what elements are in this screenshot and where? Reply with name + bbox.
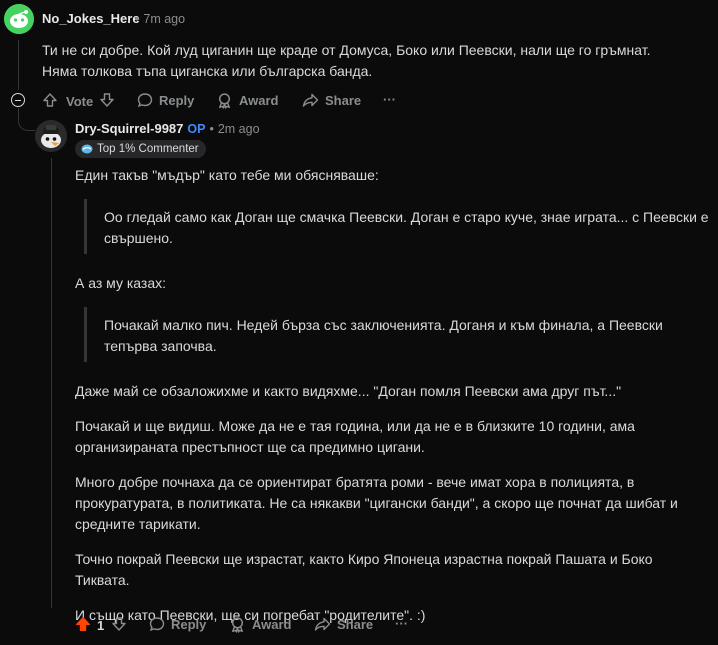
share-button[interactable]: Share [314, 616, 373, 632]
downvote-button[interactable] [99, 92, 115, 108]
vote-label: Vote [66, 94, 94, 109]
paragraph: Много добре почнаха да се ориентират бра… [75, 474, 678, 532]
downvote-button[interactable] [111, 616, 127, 632]
paragraph: Даже май се обзаложихме и както видяхме.… [75, 383, 622, 399]
minus-icon [15, 99, 21, 101]
username[interactable]: Dry-Squirrel-9987 [75, 121, 183, 136]
award-label: Award [252, 617, 292, 632]
share-label: Share [325, 92, 362, 108]
reply-bubble-icon [149, 617, 165, 632]
avatar[interactable] [4, 4, 34, 34]
share-button[interactable]: Share [302, 92, 361, 108]
paragraph: Точно покрай Пеевски ще израстат, както … [75, 551, 653, 588]
snoo-avatar-icon [35, 120, 67, 152]
reply-bubble-icon [137, 93, 153, 108]
thread-line[interactable] [18, 40, 19, 90]
flair-badge: Top 1% Commenter [75, 140, 206, 158]
award-label: Award [239, 93, 279, 108]
comment-header: Dry-Squirrel-9987 OP • 2m ago [75, 121, 260, 136]
paragraph: Един такъв "мъдър" като тебе ми обяснява… [75, 167, 379, 183]
collapse-button[interactable] [11, 93, 25, 107]
timestamp-text: 7m ago [143, 12, 186, 26]
paragraph: А аз му казах: [75, 275, 166, 291]
more-options-button[interactable]: ··· [395, 616, 408, 631]
thread-connector [18, 108, 35, 131]
award-icon [218, 93, 231, 109]
award-icon [231, 617, 244, 633]
quote-text: Почакай малко пич. Недей бърза със заклю… [104, 317, 663, 354]
reply-button[interactable]: Reply [137, 92, 194, 108]
upvote-icon [76, 617, 90, 631]
reply-label: Reply [171, 616, 207, 632]
upvote-button[interactable] [75, 616, 91, 632]
downvote-icon [112, 617, 126, 631]
flair-label: Top 1% Commenter [97, 143, 199, 155]
award-button[interactable]: Award [229, 616, 292, 633]
paragraph: Почакай и ще видиш. Може да не е тая год… [75, 418, 635, 455]
separator-dot: • [209, 122, 214, 136]
top-commenter-icon [81, 144, 93, 154]
upvote-icon [43, 93, 57, 107]
quote-text: Оо гледай само как Доган ще смачка Пеевс… [104, 209, 709, 246]
share-icon [302, 93, 319, 107]
downvote-icon [100, 93, 114, 107]
share-label: Share [337, 616, 374, 632]
timestamp-text: 2m ago [217, 122, 260, 136]
op-badge: OP [187, 122, 206, 136]
reply-label: Reply [159, 92, 195, 108]
comment-timestamp: • 7m ago [135, 12, 186, 26]
vote-score: 1 [97, 618, 105, 633]
username[interactable]: No_Jokes_Here [42, 11, 140, 26]
blockquote: Оо гледай само как Доган ще смачка Пеевс… [84, 199, 711, 254]
avatar[interactable] [35, 120, 67, 152]
blockquote: Почакай малко пич. Недей бърза със заклю… [84, 307, 711, 362]
more-options-button[interactable]: ··· [383, 92, 396, 107]
upvote-button[interactable] [42, 92, 58, 108]
comment-body: Ти не си добре. Кой луд циганин ще краде… [42, 42, 651, 79]
thread-line[interactable] [51, 158, 52, 608]
snoo-avatar-icon [4, 4, 34, 34]
share-icon [314, 617, 331, 631]
award-button[interactable]: Award [216, 92, 279, 109]
comment-body: Един такъв "мъдър" като тебе ми обяснява… [75, 165, 711, 626]
reply-button[interactable]: Reply [149, 616, 206, 632]
